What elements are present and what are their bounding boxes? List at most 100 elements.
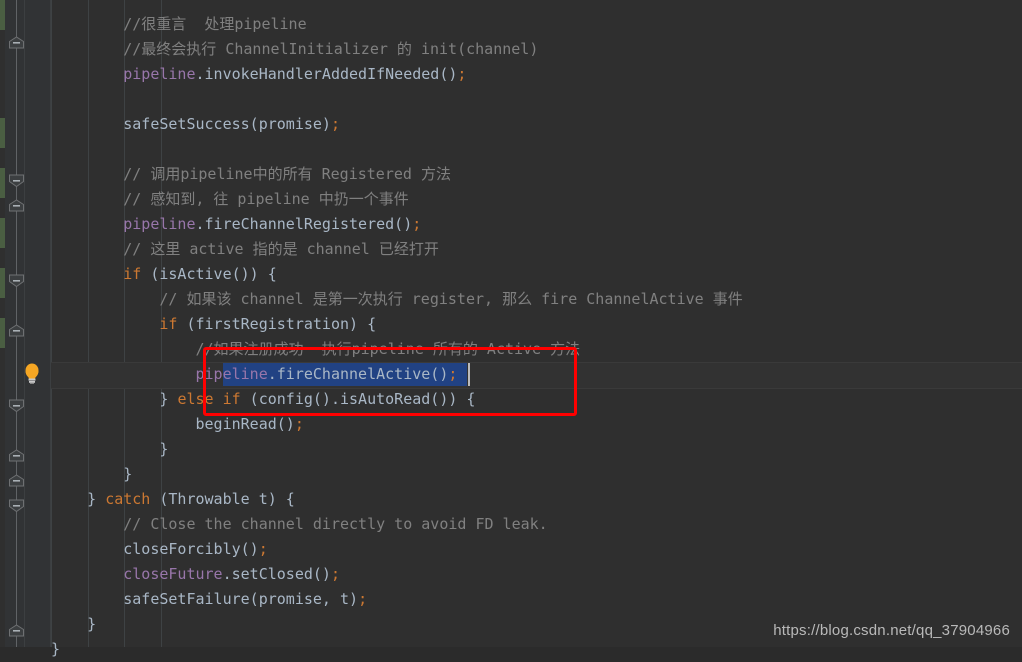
code-editor: //很重言 处理pipeline //最终会执行 ChannelInitiali… (0, 0, 1022, 658)
code-token-cmt: // 调用pipeline中的所有 Registered 方法 (123, 165, 451, 183)
code-token-semi: ; (258, 540, 268, 558)
code-token-ind (51, 65, 123, 83)
code-line[interactable]: pipeline.invokeHandlerAddedIfNeeded(); (51, 62, 1022, 87)
code-token-kw: if (123, 265, 142, 283)
code-line[interactable]: } else if (config().isAutoRead()) { (51, 387, 1022, 412)
code-line[interactable]: //很重言 处理pipeline (51, 12, 1022, 37)
code-line[interactable]: closeFuture.setClosed(); (51, 562, 1022, 587)
code-token-pun: (firstRegistration) { (177, 315, 377, 333)
code-token-mth: .setClosed() (222, 565, 331, 583)
code-line[interactable]: //最终会执行 ChannelInitializer 的 init(channe… (51, 37, 1022, 62)
code-token-ind (51, 515, 123, 533)
code-token-pun: } (159, 390, 178, 408)
code-token-cmt: // Close the channel directly to avoid F… (123, 515, 548, 533)
code-token-ind (51, 365, 196, 383)
code-token-fld: pipeline (123, 215, 196, 233)
code-line[interactable]: } catch (Throwable t) { (51, 487, 1022, 512)
code-line[interactable]: // 感知到, 往 pipeline 中扔一个事件 (51, 187, 1022, 212)
code-token-pun: } (51, 640, 61, 658)
code-token-ind (51, 415, 196, 433)
fold-collapse-icon[interactable] (8, 36, 25, 49)
fold-expand-icon[interactable] (8, 399, 25, 412)
fold-collapse-icon[interactable] (8, 474, 25, 487)
code-token-ind (51, 540, 123, 558)
code-token-mth: beginRead() (195, 415, 295, 433)
code-token-ind (51, 315, 159, 333)
code-token-ind (51, 340, 196, 358)
code-token-cmt: //很重言 处理pipeline (123, 15, 307, 33)
watermark-url: https://blog.csdn.net/qq_37904966 (773, 622, 1010, 639)
code-token-pun: } (159, 440, 169, 458)
code-line[interactable]: pipeline.fireChannelRegistered(); (51, 212, 1022, 237)
code-token-kw: catch (105, 490, 151, 508)
code-token-pun: (config().isAutoRead()) { (240, 390, 476, 408)
code-surface[interactable]: //很重言 处理pipeline //最终会执行 ChannelInitiali… (51, 0, 1022, 658)
code-token-semi: ; (412, 215, 422, 233)
fold-collapse-icon[interactable] (8, 449, 25, 462)
code-line[interactable]: pipeline.fireChannelActive(); (51, 362, 1022, 387)
code-line[interactable]: if (firstRegistration) { (51, 312, 1022, 337)
code-text-layer[interactable]: //很重言 处理pipeline //最终会执行 ChannelInitiali… (51, 0, 1022, 658)
code-token-mth: .fireChannelActive() (267, 365, 449, 383)
code-token-semi: ; (448, 365, 458, 383)
code-line[interactable]: } (51, 637, 1022, 662)
code-token-fld: pipeline (195, 365, 268, 383)
code-line[interactable]: // Close the channel directly to avoid F… (51, 512, 1022, 537)
code-token-cmt: // 这里 active 指的是 channel 已经打开 (123, 240, 439, 258)
code-token-ind (51, 615, 87, 633)
code-line[interactable]: if (isActive()) { (51, 262, 1022, 287)
code-token-mth: closeForcibly() (123, 540, 259, 558)
code-token-ind (51, 15, 123, 33)
code-token-pun: } (87, 615, 97, 633)
code-token-mth: .fireChannelRegistered() (195, 215, 413, 233)
code-token-semi: ; (358, 590, 368, 608)
code-token-ind (51, 440, 159, 458)
code-token-semi: ; (330, 565, 340, 583)
code-token-ind (51, 165, 123, 183)
code-line[interactable]: beginRead(); (51, 412, 1022, 437)
code-token-mth: .invokeHandlerAddedIfNeeded() (195, 65, 458, 83)
code-token-cmt: // 如果该 channel 是第一次执行 register, 那么 fire … (159, 290, 743, 308)
code-token-ind (51, 565, 123, 583)
code-line[interactable]: safeSetFailure(promise, t); (51, 587, 1022, 612)
icon-gutter[interactable] (24, 0, 51, 647)
code-token-pun: (isActive()) { (141, 265, 277, 283)
code-token-ind (51, 115, 123, 133)
code-token-ind (51, 590, 123, 608)
code-line[interactable]: //如果注册成功 执行pipeline 所有的 Active 方法 (51, 337, 1022, 362)
code-line[interactable]: safeSetSuccess(promise); (51, 112, 1022, 137)
code-token-kw: if (159, 315, 178, 333)
code-token-semi: ; (294, 415, 304, 433)
code-token-cmt: // 感知到, 往 pipeline 中扔一个事件 (123, 190, 409, 208)
code-line[interactable]: // 这里 active 指的是 channel 已经打开 (51, 237, 1022, 262)
code-fold-gutter[interactable] (5, 0, 24, 647)
code-token-mth: safeSetSuccess(promise) (123, 115, 331, 133)
code-token-ind (51, 190, 123, 208)
code-token-ind (51, 390, 159, 408)
code-line[interactable]: closeForcibly(); (51, 537, 1022, 562)
code-line[interactable]: // 如果该 channel 是第一次执行 register, 那么 fire … (51, 287, 1022, 312)
code-line[interactable]: // 调用pipeline中的所有 Registered 方法 (51, 162, 1022, 187)
fold-expand-icon[interactable] (8, 499, 25, 512)
code-token-cmt: //如果注册成功 执行pipeline 所有的 Active 方法 (195, 340, 581, 358)
code-token-ind (51, 40, 123, 58)
code-token-ind (51, 215, 123, 233)
code-token-mth: safeSetFailure(promise, t) (123, 590, 359, 608)
fold-collapse-icon[interactable] (8, 324, 25, 337)
code-token-ind (51, 240, 123, 258)
fold-collapse-icon[interactable] (8, 624, 25, 637)
fold-expand-icon[interactable] (8, 274, 25, 287)
fold-expand-icon[interactable] (8, 174, 25, 187)
code-token-fld: closeFuture (123, 565, 223, 583)
code-line[interactable]: } (51, 437, 1022, 462)
code-token-ind (51, 265, 123, 283)
code-token-kw: else if (177, 390, 241, 408)
code-line[interactable]: } (51, 462, 1022, 487)
lightbulb-intention-icon[interactable] (22, 362, 42, 384)
code-token-pun: } (123, 465, 133, 483)
gutter-divider-left (24, 0, 25, 647)
code-token-fld: pipeline (123, 65, 196, 83)
code-token-pun: (Throwable t) { (150, 490, 295, 508)
fold-collapse-icon[interactable] (8, 199, 25, 212)
text-caret (468, 363, 470, 386)
